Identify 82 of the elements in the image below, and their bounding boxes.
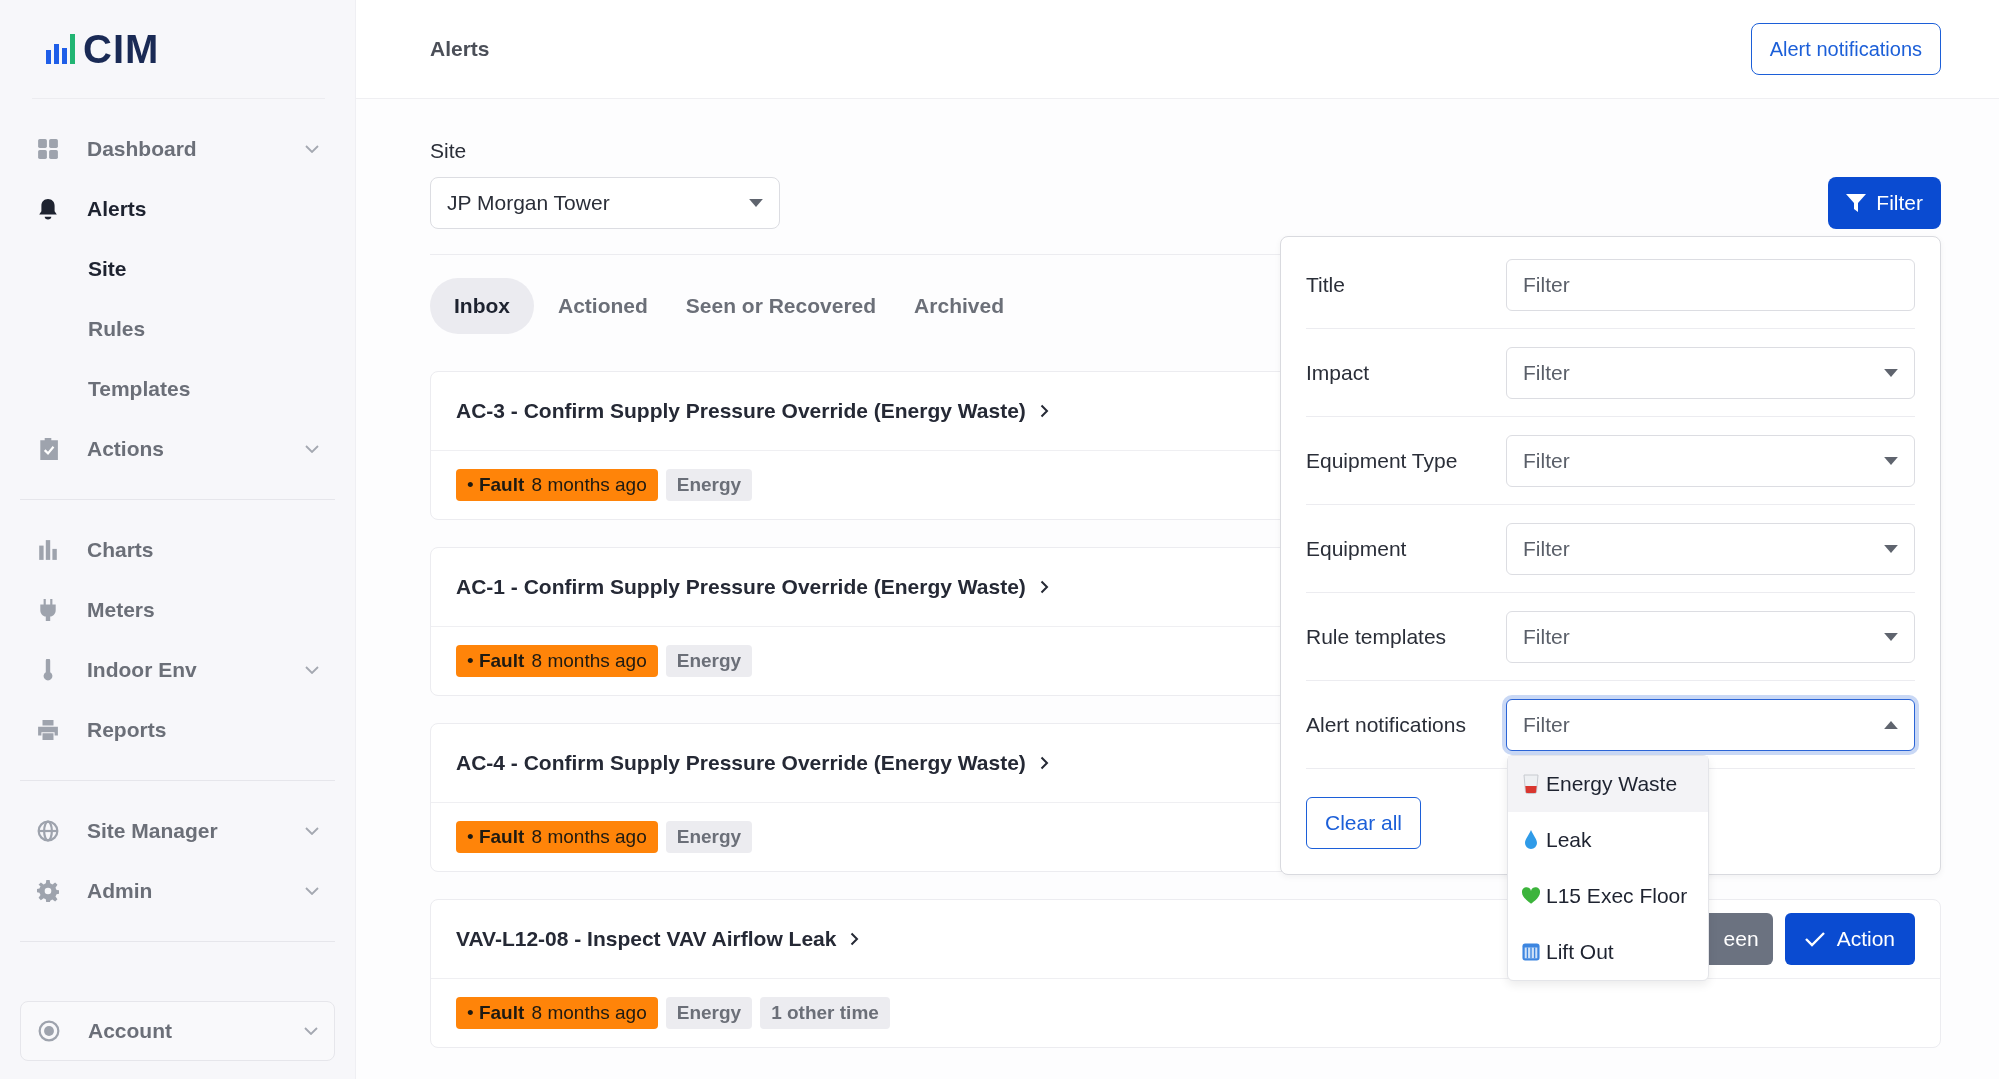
check-icon	[1804, 931, 1825, 947]
sidebar-item[interactable]: Indoor Env	[20, 640, 335, 700]
chevron-down-icon	[305, 666, 319, 674]
printer-icon	[37, 719, 59, 741]
filter-select[interactable]: Filter	[1506, 346, 1915, 399]
dropdown-option[interactable]: Leak	[1508, 812, 1708, 868]
account-menu[interactable]: Account	[20, 1001, 335, 1061]
chevron-down-icon	[305, 887, 319, 895]
filter-button[interactable]: Filter	[1828, 177, 1941, 229]
filter-select[interactable]: Filter	[1506, 434, 1915, 487]
tag: Energy	[665, 645, 753, 677]
tab[interactable]: Inbox	[430, 278, 534, 334]
sidebar-subitem[interactable]: Site	[20, 239, 335, 299]
sidebar-item[interactable]: Alerts	[20, 179, 335, 239]
bar-chart-icon	[37, 539, 59, 561]
sidebar-item[interactable]: Reports	[20, 700, 335, 760]
tag: Energy	[665, 821, 753, 853]
filter-icon	[1846, 193, 1867, 213]
page-title: Alerts	[430, 37, 490, 61]
caret-down-icon	[749, 199, 763, 207]
alert-title-link[interactable]: VAV-L12-08 - Inspect VAV Airflow Leak	[456, 927, 860, 951]
chevron-right-icon	[1039, 404, 1049, 418]
action-button[interactable]: Action	[1784, 913, 1915, 965]
status-badge: • Fault 8 months ago	[456, 469, 658, 501]
water-drop-icon	[1522, 830, 1540, 850]
logo-text: CIM	[83, 26, 160, 72]
tag: 1 other time	[760, 997, 890, 1029]
field-label: Title	[1306, 272, 1346, 297]
caret-down-icon	[1884, 544, 1898, 553]
field-label: Equipment	[1306, 536, 1408, 561]
filter-select[interactable]: Filter	[1506, 522, 1915, 575]
chevron-right-icon	[1039, 756, 1049, 770]
chevron-down-icon	[305, 827, 319, 835]
alert-title-link[interactable]: AC-3 - Confirm Supply Pressure Override (Energy Waste)	[456, 399, 1049, 423]
status-badge: • Fault 8 months ago	[456, 821, 658, 853]
caret-down-icon	[1884, 632, 1898, 641]
plug-icon	[37, 599, 59, 621]
tab[interactable]: Archived	[914, 278, 1004, 334]
title-filter-field[interactable]: Filter	[1506, 258, 1915, 311]
field-label: Equipment Type	[1306, 448, 1459, 473]
tab[interactable]: Actioned	[558, 278, 648, 334]
site-select[interactable]: JP Morgan Tower	[430, 177, 780, 229]
sidebar-item[interactable]: Charts	[20, 520, 335, 580]
caret-down-icon	[1884, 368, 1898, 377]
field-label: Rule templates	[1306, 624, 1448, 649]
alert-title-link[interactable]: AC-4 - Confirm Supply Pressure Override (Energy Waste)	[456, 751, 1049, 775]
dropdown-option[interactable]: Energy Waste	[1508, 756, 1708, 812]
chevron-right-icon	[850, 932, 860, 946]
tag: Energy	[665, 997, 753, 1029]
tab[interactable]: Seen or Recovered	[685, 278, 877, 334]
sidebar-subitem[interactable]: Rules	[20, 299, 335, 359]
sidebar-subitem[interactable]: Templates	[20, 359, 335, 419]
field-label: Impact	[1306, 360, 1371, 385]
elevator-icon	[1522, 942, 1540, 962]
chevron-down-icon	[305, 445, 319, 453]
chevron-down-icon	[304, 1027, 318, 1035]
status-badge: • Fault 8 months ago	[456, 997, 658, 1029]
filter-select[interactable]: Filter	[1506, 610, 1915, 663]
clipboard-icon	[37, 438, 59, 460]
sidebar-item[interactable]: Site Manager	[20, 801, 335, 861]
sidebar-item[interactable]: Actions	[20, 419, 335, 479]
sidebar-item[interactable]: Meters	[20, 580, 335, 640]
status-badge: • Fault 8 months ago	[456, 645, 658, 677]
tag: Energy	[665, 469, 753, 501]
user-circle-icon	[38, 1020, 60, 1042]
chevron-right-icon	[1039, 580, 1049, 594]
alert-title-link[interactable]: AC-1 - Confirm Supply Pressure Override (Energy Waste)	[456, 575, 1049, 599]
cup-icon	[1522, 774, 1540, 794]
clear-all-button[interactable]: Clear all	[1306, 797, 1422, 849]
sidebar-item[interactable]: Dashboard	[20, 119, 335, 179]
bell-icon	[37, 198, 59, 220]
caret-up-icon	[1884, 720, 1898, 729]
sidebar-item[interactable]: Admin	[20, 861, 335, 921]
caret-down-icon	[1884, 456, 1898, 465]
alert-notifications-button[interactable]: Alert notifications	[1750, 23, 1941, 75]
field-label: Alert notifications	[1306, 712, 1467, 737]
gear-icon	[37, 880, 59, 902]
field-label: Site	[430, 139, 467, 163]
heart-icon	[1522, 886, 1540, 906]
grid-icon	[37, 138, 59, 160]
chevron-down-icon	[305, 145, 319, 153]
globe-icon	[37, 820, 59, 842]
